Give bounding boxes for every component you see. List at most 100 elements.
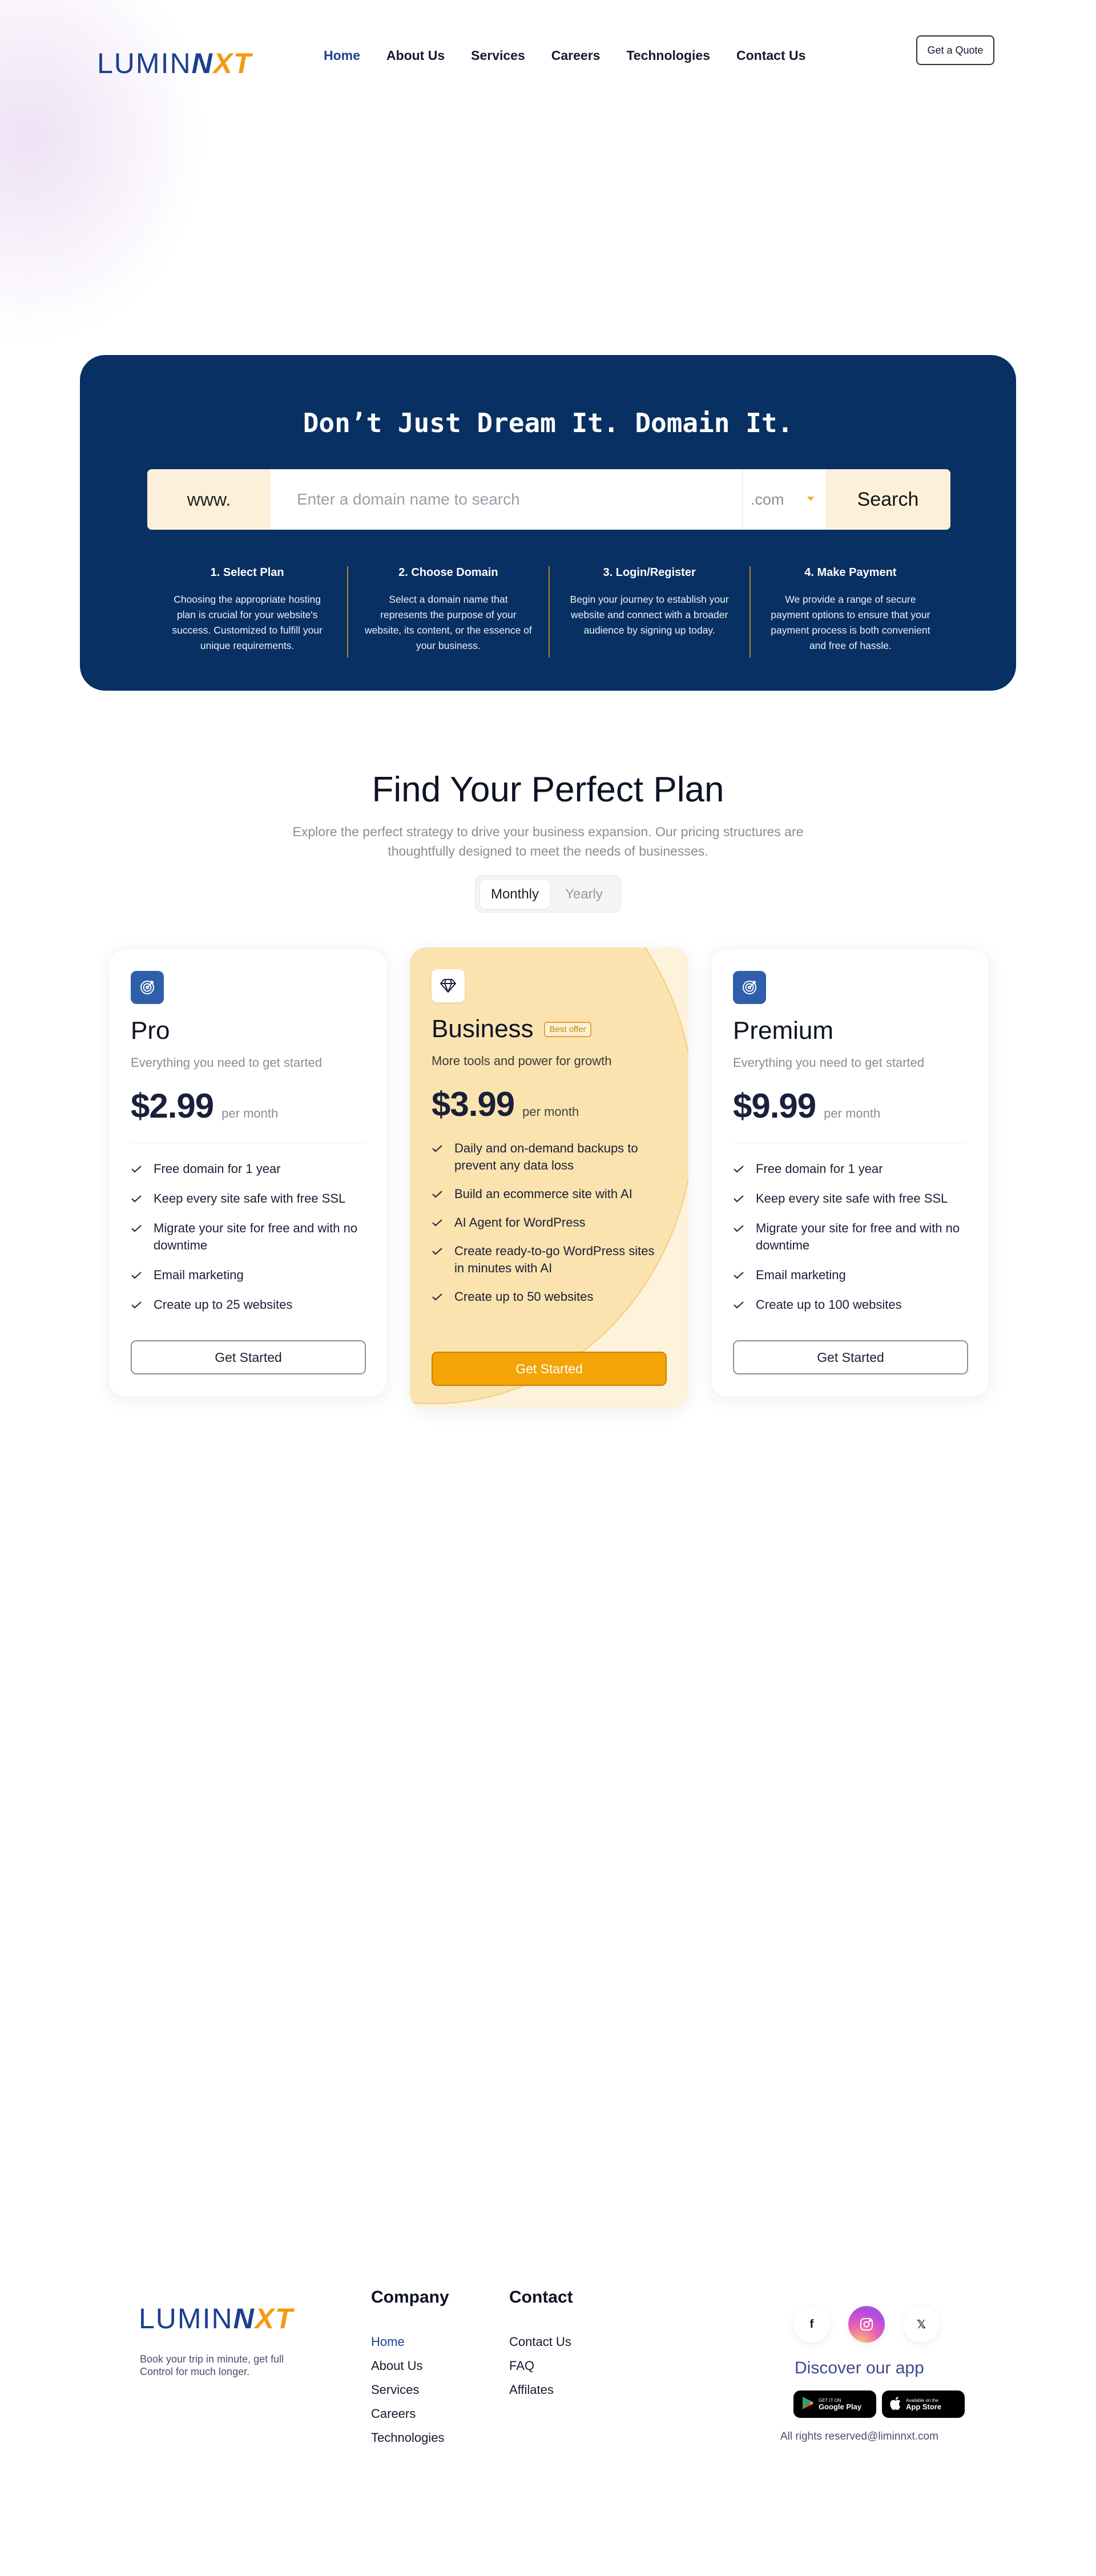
feature-item: Create up to 50 websites [432,1288,667,1305]
site-header: LUMIN N XT Home About Us Services Careers … [0,0,1096,114]
app-store-button[interactable]: Available on the App Store [882,2390,965,2418]
footer-company-title: Company [371,2288,449,2307]
tld-value: .com [751,490,784,508]
feature-item: Free domain for 1 year [131,1160,365,1178]
feature-item: Build an ecommerce site with AI [432,1186,667,1203]
check-icon [432,1140,445,1157]
step-login-register: 3. Login/Register Begin your journey to … [548,566,750,658]
feature-list: Free domain for 1 year Keep every site s… [131,1160,365,1313]
twitter-icon[interactable]: 𝕏 [903,2306,940,2343]
footer-link-technologies[interactable]: Technologies [371,2430,449,2445]
feature-item: Create up to 25 websites [131,1296,365,1313]
footer-link-about-us[interactable]: About Us [371,2359,449,2373]
domain-title: Don’t Just Dream It. Domain It. [303,408,793,438]
instagram-icon[interactable] [848,2306,885,2343]
facebook-icon[interactable]: f [793,2306,830,2343]
diamond-icon [432,969,465,1002]
discover-app-title: Discover our app [795,2359,924,2377]
check-icon [733,1296,747,1313]
price-row: $3.99 per month [432,1085,667,1124]
step-title: 1. Select Plan [210,566,284,579]
footer-logo[interactable]: LUMIN N XT [139,2302,294,2335]
billing-toggle: Monthly Yearly [475,875,621,913]
domain-search-section: Don’t Just Dream It. Domain It. www. .co… [80,355,1016,691]
feature-item: Email marketing [131,1267,365,1284]
feature-item: Keep every site safe with free SSL [733,1190,967,1207]
nav-home[interactable]: Home [324,48,360,63]
feature-item: Create up to 100 websites [733,1296,967,1313]
price-period: per month [221,1106,279,1120]
social-links: f 𝕏 [793,2306,940,2343]
domain-steps: 1. Select Plan Choosing the appropriate … [147,566,950,658]
nav-careers[interactable]: Careers [551,48,601,63]
header-logo[interactable]: LUMIN N XT [97,47,252,80]
chevron-down-icon [807,497,814,501]
price-row: $9.99 per month [733,1086,967,1126]
copyright-text: All rights reserved@liminnxt.com [780,2430,938,2442]
plan-price: $2.99 [131,1087,214,1125]
nav-services[interactable]: Services [471,48,525,63]
step-make-payment: 4. Make Payment We provide a range of se… [749,566,950,658]
domain-search-input[interactable] [271,469,742,530]
get-a-quote-button[interactable]: Get a Quote [916,35,994,65]
pro-get-started-button[interactable]: Get Started [131,1340,366,1374]
check-icon [733,1190,747,1207]
feature-item: Email marketing [733,1267,967,1284]
feature-item: Free domain for 1 year [733,1160,967,1178]
plan-price: $3.99 [432,1085,515,1123]
feature-item: AI Agent for WordPress [432,1214,667,1231]
premium-get-started-button[interactable]: Get Started [733,1340,968,1374]
plan-card-pro: Pro Everything you need to get started $… [108,949,387,1397]
footer-link-contact-us[interactable]: Contact Us [509,2335,573,2349]
plan-name: Premium [733,1017,834,1045]
domain-search-button[interactable]: Search [825,469,950,530]
footer-link-home[interactable]: Home [371,2335,449,2349]
card-content: Premium Everything you need to get start… [733,971,967,1326]
target-icon [733,971,766,1004]
footer-link-careers[interactable]: Careers [371,2406,449,2421]
card-content: Business Best offer More tools and power… [432,969,667,1317]
feature-item: Daily and on-demand backups to prevent a… [432,1140,667,1174]
apple-icon [890,2396,901,2413]
check-icon [432,1214,445,1231]
check-icon [131,1296,144,1313]
check-icon [733,1267,747,1284]
google-play-button[interactable]: GET IT ON Google Play [793,2390,876,2418]
feature-item: Keep every site safe with free SSL [131,1190,365,1207]
billing-monthly-option[interactable]: Monthly [480,880,550,909]
store-text: Available on the App Store [906,2397,942,2411]
plan-price: $9.99 [733,1087,816,1125]
google-play-icon [801,2396,814,2413]
step-title: 2. Choose Domain [398,566,498,579]
step-choose-domain: 2. Choose Domain Select a domain name th… [347,566,548,658]
check-icon [131,1220,144,1237]
step-text: Select a domain name that represents the… [364,594,532,651]
check-icon [432,1243,445,1260]
nav-technologies[interactable]: Technologies [626,48,710,63]
step-title: 3. Login/Register [603,566,696,579]
feature-item: Migrate your site for free and with no d… [733,1220,967,1254]
nav-contact-us[interactable]: Contact Us [736,48,805,63]
billing-yearly-option[interactable]: Yearly [551,880,617,909]
business-get-started-button[interactable]: Get Started [432,1352,667,1386]
target-icon [131,971,164,1004]
check-icon [432,1288,445,1305]
footer-link-services[interactable]: Services [371,2383,449,2397]
price-period: per month [522,1104,579,1119]
check-icon [131,1267,144,1284]
footer-link-affiliates[interactable]: Affilates [509,2383,573,2397]
step-select-plan: 1. Select Plan Choosing the appropriate … [147,566,347,658]
tld-select[interactable]: .com [742,469,825,530]
nav-about-us[interactable]: About Us [386,48,445,63]
footer-link-faq[interactable]: FAQ [509,2359,573,2373]
plans-title: Find Your Perfect Plan [372,770,724,809]
feature-item: Create ready-to-go WordPress sites in mi… [432,1243,667,1277]
check-icon [131,1160,144,1178]
plan-name: Pro [131,1017,170,1045]
feature-list: Daily and on-demand backups to prevent a… [432,1140,667,1305]
domain-search-bar: www. .com Search [147,469,950,530]
footer-contact-column: Contact Contact Us FAQ Affilates [509,2288,573,2406]
check-icon [432,1186,445,1203]
footer-tagline: Book your trip in minute, get full Contr… [140,2353,284,2377]
plan-description: Everything you need to get started [131,1055,323,1070]
